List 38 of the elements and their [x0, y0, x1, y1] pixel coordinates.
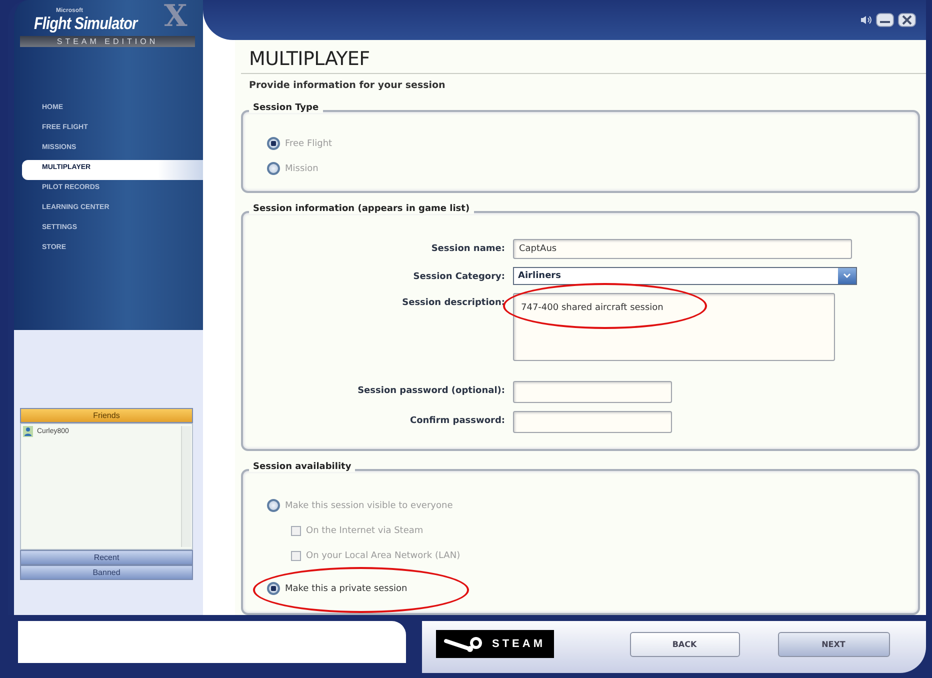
scrollbar[interactable]: [181, 426, 191, 547]
group-legend: Session information (appears in game list): [249, 204, 474, 214]
nav-button[interactable]: NEXT: [778, 632, 890, 656]
close-icon[interactable]: [898, 13, 916, 27]
chevron-down-icon: [838, 268, 856, 284]
edition-banner: STEAM EDITION: [20, 36, 195, 47]
field-label: Session name:: [430, 243, 505, 254]
user-icon: [23, 426, 33, 437]
page-title: MULTIPLAYEF: [249, 48, 371, 70]
chat-input-field[interactable]: [18, 621, 406, 663]
field-label: Session password (optional):: [356, 385, 505, 396]
group-legend: Session Type: [249, 103, 323, 113]
password-field[interactable]: [513, 411, 672, 433]
category-dropdown[interactable]: Airliners: [513, 267, 857, 285]
speaker-icon[interactable]: [860, 15, 872, 25]
option-label: Make this a private session: [285, 584, 408, 594]
friends-tab[interactable]: Friends: [20, 408, 193, 423]
group-legend: Session availability: [249, 462, 356, 472]
description-field[interactable]: 747-400 shared aircraft session: [513, 293, 835, 361]
field-label: Session description:: [401, 297, 505, 308]
option-label: Free Flight: [285, 138, 332, 148]
logo-title: Flight Simulator: [34, 14, 138, 34]
friends-tab[interactable]: Recent: [20, 550, 193, 565]
option-label: On your Local Area Network (LAN): [306, 550, 460, 560]
nav-button[interactable]: BACK: [630, 632, 740, 656]
friends-tab[interactable]: Banned: [20, 565, 193, 580]
option-label: Make this session visible to everyone: [285, 500, 453, 510]
page-subtitle: Provide information for your session: [249, 80, 446, 91]
session-name-field[interactable]: CaptAus: [513, 239, 852, 259]
steam-label: STEAM: [492, 638, 546, 650]
password-field[interactable]: [513, 381, 672, 403]
logo-mark: X: [164, 0, 188, 33]
minimize-icon[interactable]: [876, 13, 894, 27]
option-label: Mission: [285, 164, 318, 174]
field-label: Confirm password:: [408, 415, 505, 426]
option-label: On the Internet via Steam: [306, 526, 424, 536]
field-label: Session Category:: [412, 271, 505, 282]
radio-button[interactable]: [267, 582, 280, 595]
